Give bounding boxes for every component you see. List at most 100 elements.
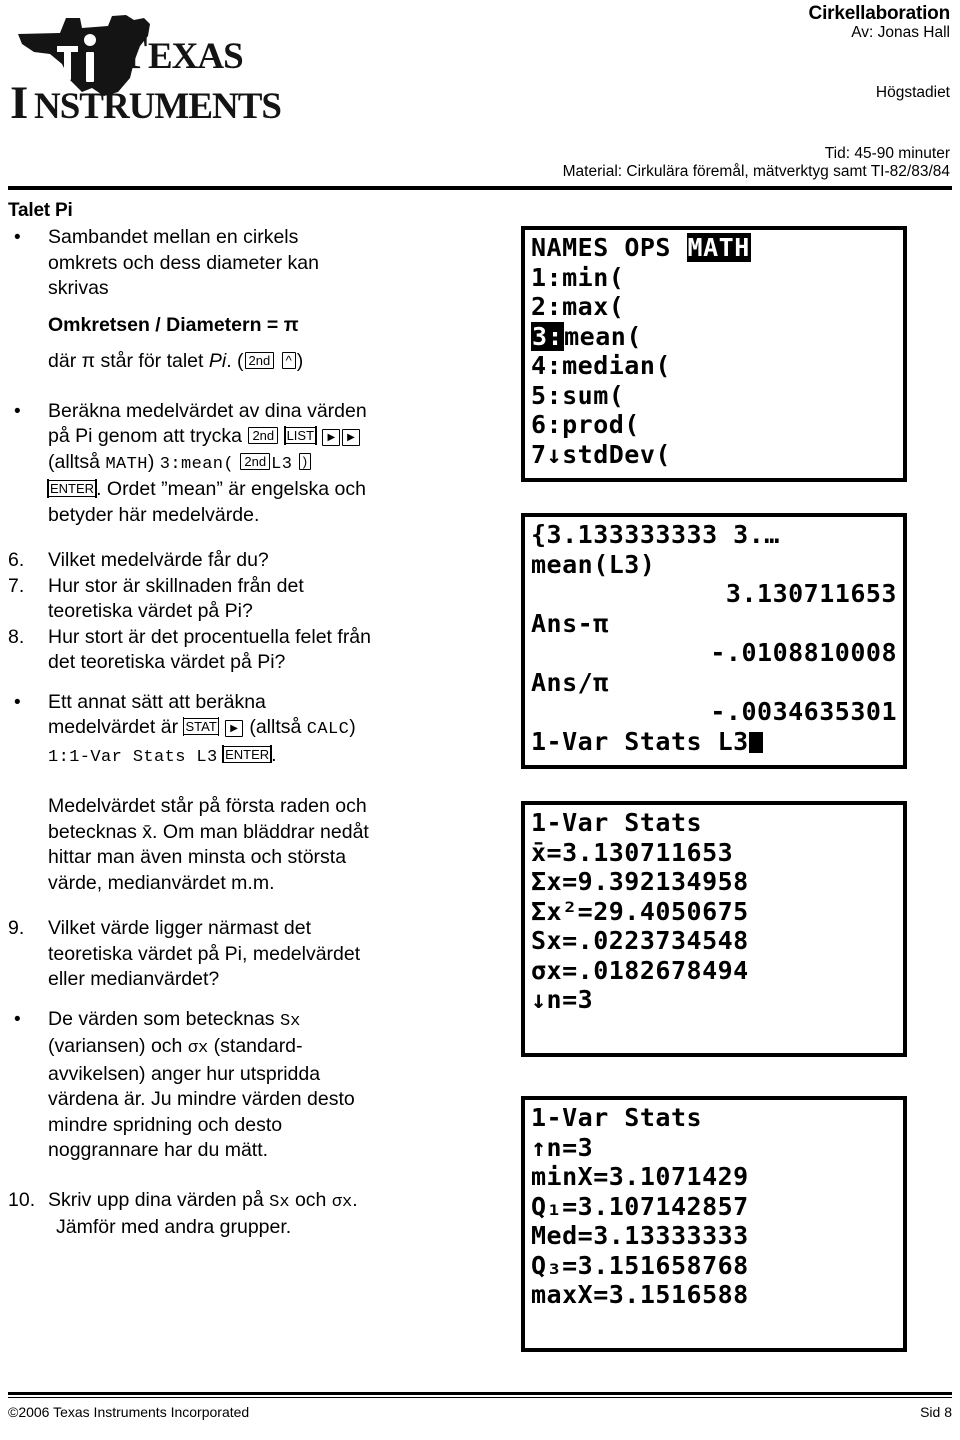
question-number: 10. [8,1188,36,1211]
ti-logo-svg: T EXAS I NSTRUMENTS [10,15,282,129]
page-footer: ©2006 Texas Instruments Incorporated Sid… [8,1404,952,1420]
command-mean: 3:mean( [159,454,234,474]
mean-description: Medelvärdet står på första raden och bet… [8,794,478,896]
bullet-line: noggrannare har du mätt. [48,1139,269,1161]
pi-formula: Omkretsen / Diametern = π [48,313,299,336]
bullet-line: betyder här medelvärde. [48,503,260,526]
key-list-icon: LIST [283,426,318,445]
text-line: betecknas x̄. Om man bläddrar nedåt [48,820,369,843]
header-meta-block: Cirkellaboration Av: Jonas Hall Högstadi… [330,4,951,180]
text-run: (standard- [208,1035,303,1057]
calc-result-difference: -.0108810008 [710,638,897,667]
menu-item: 6:prod( [531,410,640,439]
menu-item: 7↓stdDev( [531,439,671,469]
pi-explanation-italic: Pi [208,350,227,372]
page-header: T EXAS I NSTRUMENTS Cirkellaboration Av:… [0,0,960,182]
question-line: Vilket medelvärde får du? [48,549,269,571]
text-run: (alltså [243,716,307,738]
text-line: Medelvärdet står på första raden och [48,795,367,817]
symbol-sx: Sx [279,1011,301,1031]
question-line: Jämför med andra grupper. [56,1216,292,1238]
bullet-marker: • [14,1008,21,1030]
menu-tab-row: NAMES OPS MATH [531,233,901,263]
question-10: 10. Skriv upp dina värden på Sx och σx. … [8,1188,478,1241]
bullet-line: avvikelsen) anger hur utspridda [48,1062,321,1085]
key-2nd-icon: 2nd [240,452,271,470]
calc-output-list: {3.133333333 3.… [531,520,780,549]
key-enter-icon: ENTER [47,479,97,498]
question-number: 9. [8,917,25,939]
bullet-line: Sambandet mellan en cirkels [48,226,299,248]
stats-row-minx: minX=3.1071429 [531,1162,749,1191]
question-line: Hur stort är det procentuella felet från [48,625,371,648]
question-line: Skriv upp dina värden på Sx och σx. [48,1188,478,1216]
stats-row-population-sd: σx=.0182678494 [531,955,749,985]
menu-item: 5:sum( [531,380,625,410]
calculator-screen-1var-stats-page2: 1-Var Stats ↑n=3 minX=3.1071429 Q₁=3.107… [521,1096,907,1352]
bullet-line: Ett annat sätt att beräkna [48,690,266,713]
bullet-line: på Pi genom att trycka 2nd LIST ▶ ▶ [48,424,478,450]
footer-copyright: ©2006 Texas Instruments Incorporated [8,1404,250,1420]
bullet-marker: • [14,400,21,422]
text-run: . [352,1188,358,1211]
text-run: på Pi genom att trycka [48,425,248,447]
header-divider [8,186,952,190]
tab-names: NAMES [531,233,609,262]
stats-row-n: ↓n=3 [531,985,594,1014]
stats-row-n: ↑n=3 [531,1132,594,1162]
bullet-line: omkrets och dess diameter kan [48,251,319,274]
cursor-block-icon [748,731,763,753]
list-l3: L3 [271,454,293,474]
bullet-line: värdena är. Ju mindre värden desto [48,1088,355,1110]
menu-name-calc: CALC [306,720,350,739]
key-enter-icon: ENTER [222,744,272,764]
calc-command-mean: mean(L3) [531,549,656,579]
menu-item-selected: 3:mean( [531,321,642,351]
key-2nd-icon: 2nd [248,427,279,444]
question-6: 6. Vilket medelvärde får du? [8,548,478,574]
footer-divider-thick [8,1392,952,1395]
bullet-item-alternative-method: • Ett annat sätt att beräkna medelvärdet… [8,690,478,771]
symbol-sigma-x: σx [187,1039,209,1058]
stats-row-sum-x: Σx=9.392134958 [531,867,749,896]
question-line: Vilket värde ligger närmast det [48,917,312,939]
text-line: hittar man även minsta och största [48,846,347,868]
question-line: teoretiska värdet på Pi, medelvärdet [48,942,361,965]
question-8: 8. Hur stort är det procentuella felet f… [8,625,478,676]
tab-ops: OPS [624,233,671,262]
symbol-sx: Sx [269,1192,290,1212]
document-author: Av: Jonas Hall [851,24,950,42]
bullet-item-relationship: • Sambandet mellan en cirkels omkrets oc… [8,225,478,302]
question-number: 8. [8,625,25,648]
svg-text:I: I [10,77,27,126]
text-run: Skriv upp dina värden på [48,1188,270,1211]
text-run: och [289,1188,332,1211]
question-number: 6. [8,549,25,571]
pi-explanation-post: . ( [226,350,244,372]
symbol-sigma-x: σx [331,1192,353,1212]
footer-divider-thin [8,1397,952,1398]
menu-name-math: MATH [105,454,148,474]
key-right-arrow-icon: ▶ [322,429,341,446]
calc-command-1var-stats: 1-Var Stats L3 [531,727,901,757]
text-run: . Ordet ”mean” är engelska och [96,478,366,500]
svg-text:EXAS: EXAS [148,36,243,77]
stats-title: 1-Var Stats [531,1103,703,1132]
text-run: (alltså [48,450,106,473]
text-run: ) [147,450,160,473]
pi-explanation-close: ) [296,350,304,372]
calculator-screen-list-math-menu: NAMES OPS MATH 1:min( 2:max( 3:mean( 4:m… [521,226,907,482]
calculator-screen-home-mean: {3.133333333 3.… mean(L3) 3.130711653 An… [521,513,907,769]
command-1var-stats: 1:1-Var Stats L3 [48,747,218,767]
bullet-line: skrivas [48,277,109,299]
question-line: teoretiska värdet på Pi? [48,600,253,622]
bullet-line: 1:1-Var Stats L3 ENTER. [48,743,478,771]
bullet-line: Beräkna medelvärdet av dina värden [48,399,367,422]
calc-result-mean: 3.130711653 [725,579,897,608]
svg-text:NSTRUMENTS: NSTRUMENTS [34,86,281,126]
stats-row-q3: Q₃=3.151658768 [531,1250,749,1280]
